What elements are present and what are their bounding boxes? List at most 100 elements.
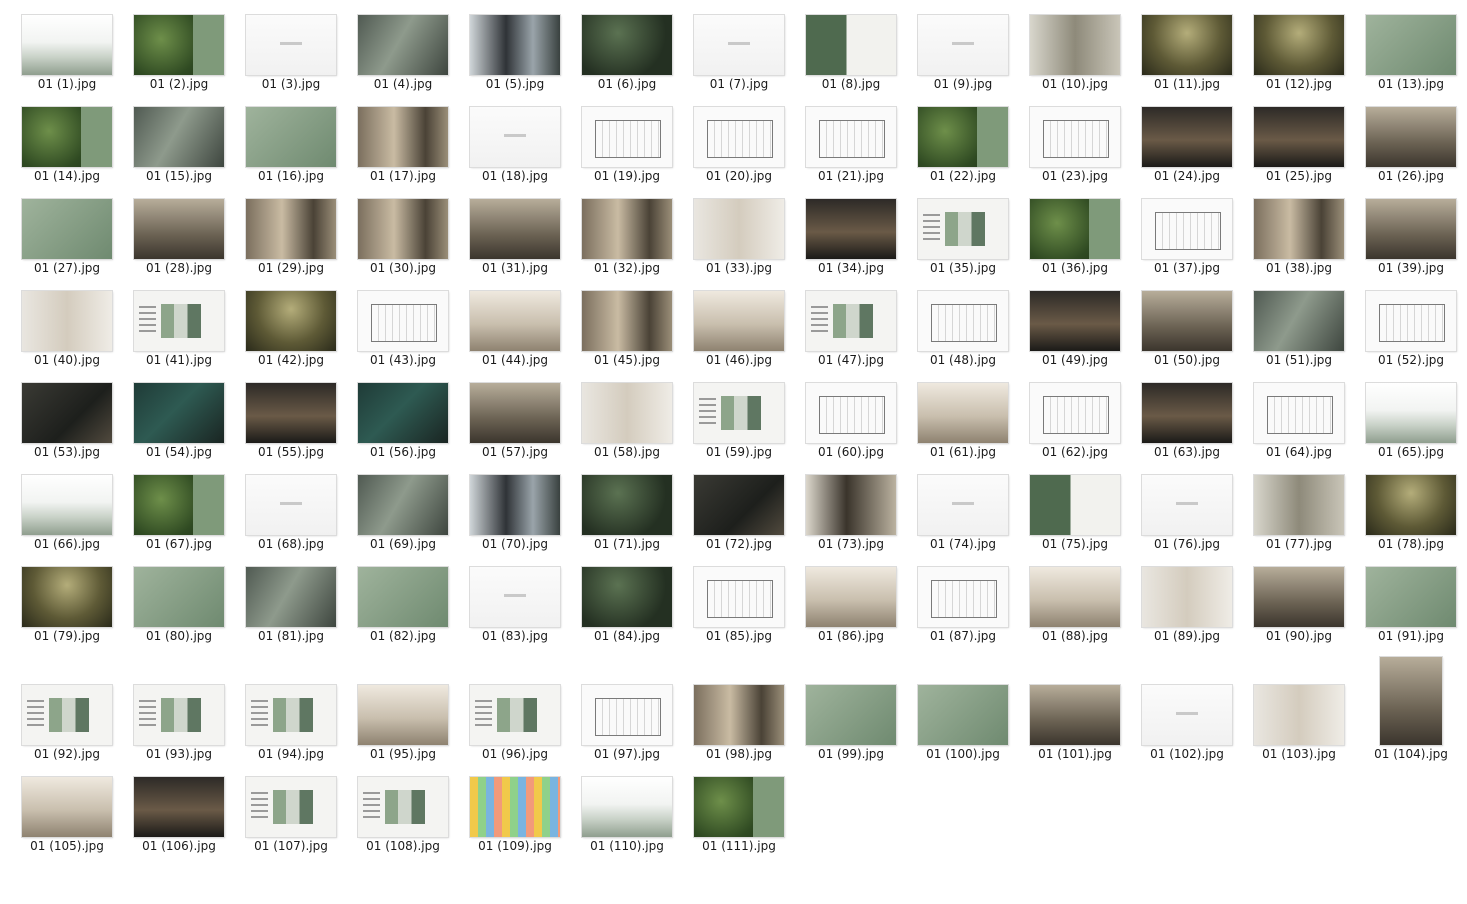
file-thumbnail[interactable] <box>1142 199 1232 259</box>
file-name-label[interactable]: 01 (35).jpg <box>910 261 1016 275</box>
file-thumbnail[interactable] <box>22 685 112 745</box>
file-name-label[interactable]: 01 (33).jpg <box>686 261 792 275</box>
file-thumbnail[interactable] <box>1142 15 1232 75</box>
file-name-label[interactable]: 01 (40).jpg <box>14 353 120 367</box>
file-thumbnail[interactable] <box>470 15 560 75</box>
file-name-label[interactable]: 01 (92).jpg <box>14 747 120 761</box>
file-thumbnail[interactable] <box>358 291 448 351</box>
file-name-label[interactable]: 01 (46).jpg <box>686 353 792 367</box>
file-thumbnail[interactable] <box>806 199 896 259</box>
file-thumbnail[interactable] <box>694 15 784 75</box>
file-name-label[interactable]: 01 (11).jpg <box>1134 77 1240 91</box>
file-name-label[interactable]: 01 (88).jpg <box>1022 629 1128 643</box>
file-thumbnail[interactable] <box>1142 107 1232 167</box>
file-thumbnail[interactable] <box>1142 475 1232 535</box>
file-name-label[interactable]: 01 (104).jpg <box>1358 747 1464 761</box>
file-name-label[interactable]: 01 (41).jpg <box>126 353 232 367</box>
file-thumbnail[interactable] <box>22 107 112 167</box>
file-thumbnail[interactable] <box>806 107 896 167</box>
file-thumbnail[interactable] <box>694 107 784 167</box>
file-name-label[interactable]: 01 (103).jpg <box>1246 747 1352 761</box>
file-thumbnail[interactable] <box>694 291 784 351</box>
file-thumbnail[interactable] <box>22 777 112 837</box>
file-thumbnail[interactable] <box>134 475 224 535</box>
file-name-label[interactable]: 01 (95).jpg <box>350 747 456 761</box>
file-name-label[interactable]: 01 (4).jpg <box>350 77 456 91</box>
file-thumbnail[interactable] <box>1030 107 1120 167</box>
file-thumbnail[interactable] <box>470 685 560 745</box>
file-thumbnail[interactable] <box>358 383 448 443</box>
file-thumbnail[interactable] <box>1030 567 1120 627</box>
file-name-label[interactable]: 01 (76).jpg <box>1134 537 1240 551</box>
file-thumbnail[interactable] <box>694 199 784 259</box>
file-thumbnail[interactable] <box>246 383 336 443</box>
file-name-label[interactable]: 01 (3).jpg <box>238 77 344 91</box>
file-name-label[interactable]: 01 (10).jpg <box>1022 77 1128 91</box>
file-thumbnail[interactable] <box>246 107 336 167</box>
file-thumbnail[interactable] <box>358 15 448 75</box>
file-name-label[interactable]: 01 (16).jpg <box>238 169 344 183</box>
file-thumbnail[interactable] <box>1366 107 1456 167</box>
file-thumbnail[interactable] <box>134 777 224 837</box>
file-name-label[interactable]: 01 (100).jpg <box>910 747 1016 761</box>
file-thumbnail[interactable] <box>918 107 1008 167</box>
file-name-label[interactable]: 01 (8).jpg <box>798 77 904 91</box>
file-name-label[interactable]: 01 (48).jpg <box>910 353 1016 367</box>
file-name-label[interactable]: 01 (17).jpg <box>350 169 456 183</box>
file-name-label[interactable]: 01 (77).jpg <box>1246 537 1352 551</box>
file-name-label[interactable]: 01 (59).jpg <box>686 445 792 459</box>
file-thumbnail[interactable] <box>134 291 224 351</box>
file-name-label[interactable]: 01 (28).jpg <box>126 261 232 275</box>
file-name-label[interactable]: 01 (12).jpg <box>1246 77 1352 91</box>
file-name-label[interactable]: 01 (18).jpg <box>462 169 568 183</box>
file-thumbnail[interactable] <box>22 199 112 259</box>
file-thumbnail[interactable] <box>1142 291 1232 351</box>
file-name-label[interactable]: 01 (89).jpg <box>1134 629 1240 643</box>
file-thumbnail[interactable] <box>918 15 1008 75</box>
file-thumbnail[interactable] <box>1366 199 1456 259</box>
file-thumbnail[interactable] <box>806 291 896 351</box>
file-thumbnail[interactable] <box>694 685 784 745</box>
file-name-label[interactable]: 01 (84).jpg <box>574 629 680 643</box>
file-name-label[interactable]: 01 (9).jpg <box>910 77 1016 91</box>
file-name-label[interactable]: 01 (79).jpg <box>14 629 120 643</box>
file-thumbnail[interactable] <box>246 199 336 259</box>
file-thumbnail[interactable] <box>134 15 224 75</box>
file-name-label[interactable]: 01 (36).jpg <box>1022 261 1128 275</box>
file-name-label[interactable]: 01 (105).jpg <box>14 839 120 853</box>
file-thumbnail[interactable] <box>358 107 448 167</box>
file-name-label[interactable]: 01 (19).jpg <box>574 169 680 183</box>
file-name-label[interactable]: 01 (94).jpg <box>238 747 344 761</box>
file-name-label[interactable]: 01 (96).jpg <box>462 747 568 761</box>
file-thumbnail[interactable] <box>22 383 112 443</box>
file-thumbnail[interactable] <box>246 685 336 745</box>
file-thumbnail[interactable] <box>470 383 560 443</box>
file-name-label[interactable]: 01 (27).jpg <box>14 261 120 275</box>
file-name-label[interactable]: 01 (90).jpg <box>1246 629 1352 643</box>
file-thumbnail[interactable] <box>22 291 112 351</box>
file-thumbnail[interactable] <box>918 383 1008 443</box>
file-thumbnail[interactable] <box>582 685 672 745</box>
file-thumbnail[interactable] <box>918 685 1008 745</box>
file-name-label[interactable]: 01 (62).jpg <box>1022 445 1128 459</box>
file-thumbnail[interactable] <box>470 567 560 627</box>
file-thumbnail[interactable] <box>134 685 224 745</box>
file-thumbnail[interactable] <box>246 291 336 351</box>
file-name-label[interactable]: 01 (31).jpg <box>462 261 568 275</box>
file-thumbnail[interactable] <box>134 567 224 627</box>
file-thumbnail[interactable] <box>918 291 1008 351</box>
file-name-label[interactable]: 01 (54).jpg <box>126 445 232 459</box>
file-name-label[interactable]: 01 (21).jpg <box>798 169 904 183</box>
file-name-label[interactable]: 01 (98).jpg <box>686 747 792 761</box>
file-thumbnail[interactable] <box>582 15 672 75</box>
file-name-label[interactable]: 01 (42).jpg <box>238 353 344 367</box>
file-thumbnail[interactable] <box>1254 291 1344 351</box>
file-name-label[interactable]: 01 (52).jpg <box>1358 353 1464 367</box>
file-thumbnail[interactable] <box>1142 567 1232 627</box>
file-name-label[interactable]: 01 (45).jpg <box>574 353 680 367</box>
file-thumbnail[interactable] <box>806 475 896 535</box>
file-thumbnail[interactable] <box>1254 15 1344 75</box>
file-thumbnail[interactable] <box>134 383 224 443</box>
file-name-label[interactable]: 01 (74).jpg <box>910 537 1016 551</box>
file-thumbnail[interactable] <box>1254 567 1344 627</box>
